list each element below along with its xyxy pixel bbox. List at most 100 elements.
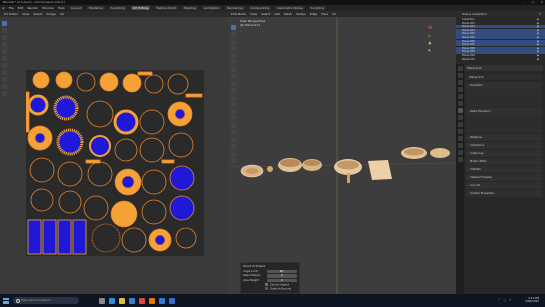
store-icon[interactable] bbox=[129, 297, 135, 304]
outliner-row[interactable]: Plane.011 ◉ bbox=[456, 58, 545, 61]
view-layer-tab-icon[interactable] bbox=[457, 87, 463, 92]
explorer-icon[interactable] bbox=[119, 297, 125, 304]
section-collections[interactable]: Collections bbox=[466, 142, 542, 149]
area-weight-input[interactable]: 0 bbox=[267, 278, 297, 283]
move-icon[interactable] bbox=[2, 35, 7, 40]
material-tab-icon[interactable] bbox=[457, 150, 463, 155]
blender-icon[interactable] bbox=[149, 297, 155, 304]
section-motion-paths[interactable]: Motion Paths bbox=[466, 158, 542, 165]
physics-tab-icon[interactable] bbox=[457, 129, 463, 134]
select-icon[interactable] bbox=[2, 21, 7, 26]
visibility-eye-icon[interactable]: ◉ bbox=[537, 58, 539, 61]
scale-icon[interactable] bbox=[2, 49, 7, 54]
outliner-row-label: Plane.011 bbox=[462, 57, 475, 61]
clock[interactable]: 4:41 PM 3/20/2022 bbox=[525, 296, 539, 304]
chevron-up-icon[interactable]: ⌃ bbox=[498, 298, 501, 302]
scene-tab-icon[interactable] bbox=[457, 94, 463, 99]
rip-icon[interactable] bbox=[2, 70, 7, 75]
properties-header: Plane.011 bbox=[465, 65, 543, 71]
vp-menu-mesh[interactable]: Mesh bbox=[284, 12, 292, 16]
menu-edit[interactable]: Edit bbox=[18, 6, 24, 10]
tab-modeling[interactable]: Modeling bbox=[87, 6, 105, 10]
menu-help[interactable]: Help bbox=[58, 6, 65, 10]
edge-icon[interactable] bbox=[109, 297, 115, 304]
tab-animation[interactable]: Animation bbox=[201, 6, 222, 10]
vp-menu-vertex[interactable]: Vertex bbox=[296, 12, 306, 16]
properties-editor[interactable]: Plane.011 Plane.011 Transform Delta Tran… bbox=[456, 64, 545, 294]
uv-editor[interactable]: UV Editor View Select Image UV bbox=[0, 11, 228, 294]
tab-shading[interactable]: Shading bbox=[181, 6, 198, 10]
uv-editor-header: UV Editor View Select Image UV bbox=[0, 11, 228, 17]
section-line-art[interactable]: Line Art bbox=[466, 182, 542, 189]
tab-compositing[interactable]: Compositing bbox=[248, 6, 272, 10]
redo-panel-title[interactable]: Smart UV Project bbox=[243, 265, 297, 268]
cursor-icon[interactable] bbox=[2, 28, 7, 33]
relax-icon[interactable] bbox=[2, 84, 7, 89]
tab-scripting[interactable]: Scripting bbox=[308, 6, 327, 10]
uv-menu-select[interactable]: Select bbox=[33, 12, 42, 16]
network-icon[interactable]: ◌ bbox=[503, 298, 506, 302]
3d-viewport[interactable]: Edit Mode View Select Add Mesh Vertex Ed… bbox=[228, 11, 456, 294]
tab-texture-paint[interactable]: Texture Paint bbox=[154, 6, 178, 10]
particles-tab-icon[interactable] bbox=[457, 122, 463, 127]
section-transform[interactable]: Transform bbox=[466, 82, 542, 89]
vp-menu-face[interactable]: Face bbox=[321, 12, 328, 16]
filter-icon[interactable]: ⚲ bbox=[539, 12, 541, 16]
vp-menu-add[interactable]: Add bbox=[274, 12, 280, 16]
tab-sculpting[interactable]: Sculpting bbox=[108, 6, 127, 10]
uv-menu-image[interactable]: Image bbox=[46, 12, 55, 16]
tab-uv-editing[interactable]: UV Editing bbox=[130, 6, 151, 10]
world-tab-icon[interactable] bbox=[457, 101, 463, 106]
render-tab-icon[interactable] bbox=[457, 73, 463, 78]
transform-icon[interactable] bbox=[2, 56, 7, 61]
object-tab-icon[interactable] bbox=[457, 108, 463, 113]
mail-icon[interactable] bbox=[169, 297, 175, 304]
texture-tab-icon[interactable] bbox=[457, 157, 463, 162]
section-instancing[interactable]: Instancing bbox=[466, 150, 542, 157]
vp-menu-select[interactable]: Select bbox=[261, 12, 270, 16]
uv-layout[interactable] bbox=[26, 70, 204, 256]
object-name-field[interactable]: Plane.011 bbox=[466, 74, 542, 80]
modifier-tab-icon[interactable] bbox=[457, 115, 463, 120]
uv-menu-uv[interactable]: UV bbox=[60, 12, 64, 16]
annotate-icon[interactable] bbox=[2, 63, 7, 68]
windows-start-icon[interactable] bbox=[3, 297, 9, 304]
menu-window[interactable]: Window bbox=[42, 6, 54, 10]
taskbar-search-input[interactable]: Type here to search bbox=[13, 297, 79, 304]
tab-layout[interactable]: Layout bbox=[68, 6, 84, 10]
angle-limit-input[interactable]: 66° bbox=[267, 269, 297, 274]
redo-panel[interactable]: Smart UV Project Angle Limit 66° Island … bbox=[240, 262, 300, 294]
pinch-icon[interactable] bbox=[2, 91, 7, 96]
vp-menu-edge[interactable]: Edge bbox=[310, 12, 318, 16]
uv-editor-type[interactable]: UV Editor bbox=[4, 12, 18, 16]
section-custom-properties[interactable]: Custom Properties bbox=[466, 190, 542, 197]
menu-file[interactable]: File bbox=[9, 6, 14, 10]
volume-icon[interactable]: ♪ bbox=[509, 298, 511, 302]
section-viewport-display[interactable]: Viewport Display bbox=[466, 174, 542, 181]
constraints-tab-icon[interactable] bbox=[457, 136, 463, 141]
vp-menu-view[interactable]: View bbox=[250, 12, 257, 16]
blender-logo-icon[interactable]: ◉ bbox=[2, 6, 5, 10]
uv-menu-view[interactable]: View bbox=[22, 12, 29, 16]
vp-menu-uv[interactable]: UV bbox=[332, 12, 336, 16]
data-tab-icon[interactable] bbox=[457, 143, 463, 148]
output-tab-icon[interactable] bbox=[457, 80, 463, 85]
photoshop-icon[interactable] bbox=[159, 297, 165, 304]
properties-tabs bbox=[456, 64, 464, 294]
section-visibility[interactable]: Visibility bbox=[466, 166, 542, 173]
task-view-icon[interactable] bbox=[99, 297, 105, 304]
tool-tab-icon[interactable] bbox=[457, 66, 463, 71]
island-margin-input[interactable]: 0 bbox=[267, 274, 297, 278]
section-relations[interactable]: Relations bbox=[466, 134, 542, 141]
rotate-icon[interactable] bbox=[2, 42, 7, 47]
scale-to-bounds-checkbox[interactable]: Scale to Bounds bbox=[265, 287, 297, 292]
kitchenware-objects[interactable] bbox=[240, 147, 450, 183]
mode-selector[interactable]: Edit Mode bbox=[231, 12, 246, 16]
tab-geometry-nodes[interactable]: Geometry Nodes bbox=[275, 6, 305, 10]
menu-render[interactable]: Render bbox=[27, 6, 38, 10]
tab-rendering[interactable]: Rendering bbox=[225, 6, 245, 10]
chrome-icon[interactable] bbox=[139, 297, 145, 304]
section-delta-transform[interactable]: Delta Transform bbox=[466, 108, 542, 115]
grab-icon[interactable] bbox=[2, 77, 7, 82]
outliner[interactable]: Scene Collection ⚲ Collection ◉ Plane.001 ◉… bbox=[456, 11, 545, 64]
